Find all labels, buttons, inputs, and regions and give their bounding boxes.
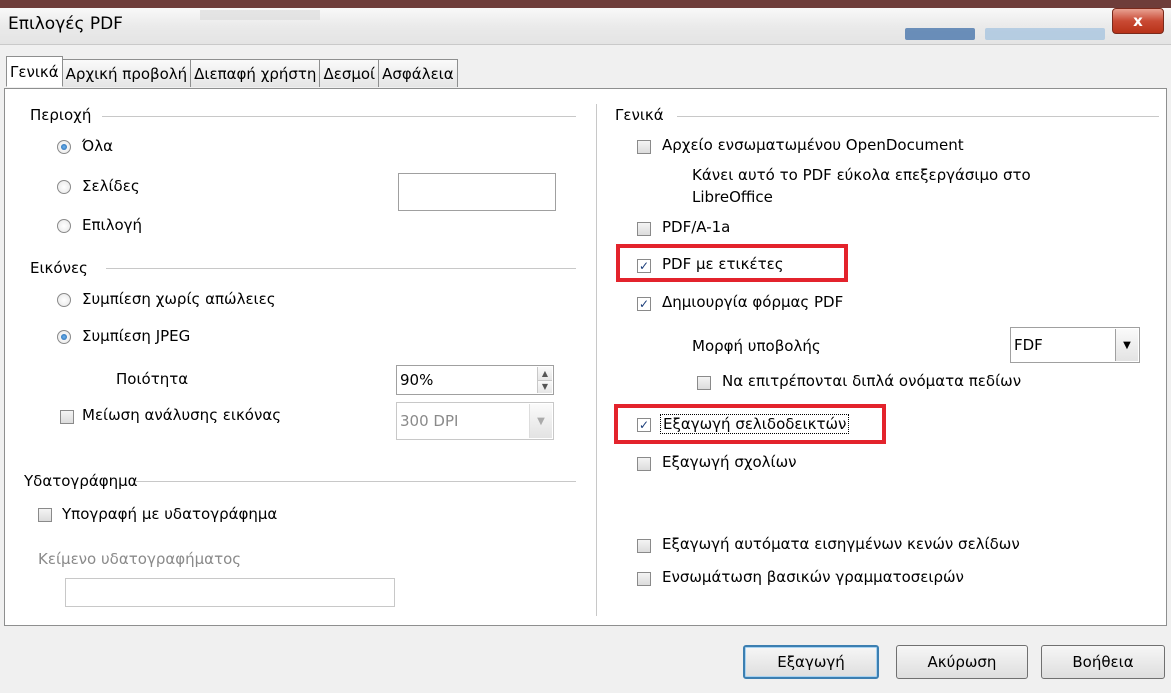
general-group-title: Γενικά <box>615 106 664 124</box>
jpeg-compression-radio[interactable] <box>57 330 71 344</box>
embed-odf-label[interactable]: Αρχείο ενσωματωμένου OpenDocument <box>662 136 964 154</box>
window-title: Επιλογές PDF <box>8 14 123 34</box>
export-bookmarks-checkbox[interactable]: ✓ <box>637 418 651 432</box>
watermark-text-input <box>65 578 395 607</box>
reduce-resolution-checkbox[interactable] <box>60 410 74 424</box>
title-bar: Επιλογές PDF x <box>0 0 1171 45</box>
tab-general[interactable]: Γενικά <box>6 56 63 87</box>
range-pages-input[interactable] <box>398 173 556 211</box>
background-blur <box>905 28 975 40</box>
submit-format-label: Μορφή υποβολής <box>692 337 821 355</box>
submit-format-value: FDF <box>1014 336 1043 354</box>
close-icon: x <box>1133 12 1143 30</box>
tagged-pdf-label[interactable]: PDF με ετικέτες <box>662 255 784 273</box>
tab-bar: Γενικά Αρχική προβολή Διεπαφή χρήστη Δεσ… <box>6 56 458 89</box>
embed-odf-checkbox[interactable] <box>637 140 651 154</box>
quality-spin-buttons[interactable]: ▲ ▼ <box>537 367 552 393</box>
quality-value: 90% <box>400 371 434 389</box>
duplicate-fields-label[interactable]: Να επιτρέπονται διπλά ονόματα πεδίων <box>722 372 1021 390</box>
dpi-dropdown: 300 DPI ▼ <box>396 402 554 440</box>
group-divider <box>677 116 1159 117</box>
range-pages-label[interactable]: Σελίδες <box>82 177 140 195</box>
jpeg-compression-label[interactable]: Συμπίεση JPEG <box>82 327 190 345</box>
create-form-label[interactable]: Δημιουργία φόρμας PDF <box>662 293 843 311</box>
close-button[interactable]: x <box>1112 8 1164 34</box>
quality-label: Ποιότητα <box>116 370 189 388</box>
duplicate-fields-checkbox[interactable] <box>697 376 711 390</box>
chevron-down-icon[interactable]: ▼ <box>1115 329 1138 361</box>
pdfa-checkbox[interactable] <box>637 222 651 236</box>
create-form-checkbox[interactable]: ✓ <box>637 297 651 311</box>
submit-format-dropdown[interactable]: FDF ▼ <box>1010 327 1140 363</box>
background-blur <box>985 28 1105 40</box>
images-group-title: Εικόνες <box>30 259 88 277</box>
quality-spinbox[interactable]: 90% ▲ ▼ <box>396 365 554 395</box>
group-divider <box>102 116 576 117</box>
title-bar-accent <box>0 0 1171 8</box>
pdfa-label[interactable]: PDF/A-1a <box>662 218 730 236</box>
export-bookmarks-label[interactable]: Εξαγωγή σελιδοδεικτών <box>660 414 850 434</box>
lossless-compression-radio[interactable] <box>57 293 71 307</box>
embed-fonts-label[interactable]: Ενσωμάτωση βασικών γραμματοσειρών <box>662 568 964 586</box>
lossless-compression-label[interactable]: Συμπίεση χωρίς απώλειες <box>82 290 276 308</box>
watermark-group-title: Υδατογράφημα <box>24 472 138 490</box>
sign-watermark-label[interactable]: Υπογραφή με υδατογράφημα <box>62 505 277 523</box>
export-blank-pages-checkbox[interactable] <box>637 539 651 553</box>
embed-fonts-checkbox[interactable] <box>637 572 651 586</box>
range-all-label[interactable]: Όλα <box>82 137 113 155</box>
help-button[interactable]: Βοήθεια <box>1041 645 1165 679</box>
tab-security[interactable]: Ασφάλεια <box>378 59 458 87</box>
export-button[interactable]: Εξαγωγή <box>743 645 879 679</box>
dpi-value: 300 DPI <box>400 412 459 430</box>
export-comments-label[interactable]: Εξαγωγή σχολίων <box>662 453 797 471</box>
watermark-text-label: Κείμενο υδατογραφήματος <box>38 550 242 568</box>
tab-initial-view[interactable]: Αρχική προβολή <box>61 59 192 87</box>
embed-odf-note: Κάνει αυτό το PDF εύκολα επεξεργάσιμο στ… <box>692 166 1031 184</box>
range-all-radio[interactable] <box>57 140 71 154</box>
tagged-pdf-checkbox[interactable]: ✓ <box>637 259 651 273</box>
embed-odf-note: LibreOffice <box>692 188 773 206</box>
cancel-button[interactable]: Ακύρωση <box>896 645 1028 679</box>
spin-down-icon[interactable]: ▼ <box>538 379 552 393</box>
tab-user-interface[interactable]: Διεπαφή χρήστη <box>190 59 321 87</box>
sign-watermark-checkbox[interactable] <box>38 508 52 522</box>
group-divider <box>106 268 576 269</box>
column-divider <box>596 104 597 616</box>
range-pages-radio[interactable] <box>57 180 71 194</box>
range-selection-label[interactable]: Επιλογή <box>82 216 142 234</box>
tab-links[interactable]: Δεσμοί <box>319 59 380 87</box>
chevron-down-icon: ▼ <box>529 404 552 438</box>
background-blur <box>200 10 320 20</box>
range-group-title: Περιοχή <box>30 106 92 124</box>
spin-up-icon[interactable]: ▲ <box>538 367 552 380</box>
reduce-resolution-label[interactable]: Μείωση ανάλυσης εικόνας <box>82 406 281 424</box>
range-selection-radio[interactable] <box>57 219 71 233</box>
export-comments-checkbox[interactable] <box>637 457 651 471</box>
group-divider <box>136 481 576 482</box>
export-blank-pages-label[interactable]: Εξαγωγή αυτόματα εισηγμένων κενών σελίδω… <box>662 535 1020 553</box>
